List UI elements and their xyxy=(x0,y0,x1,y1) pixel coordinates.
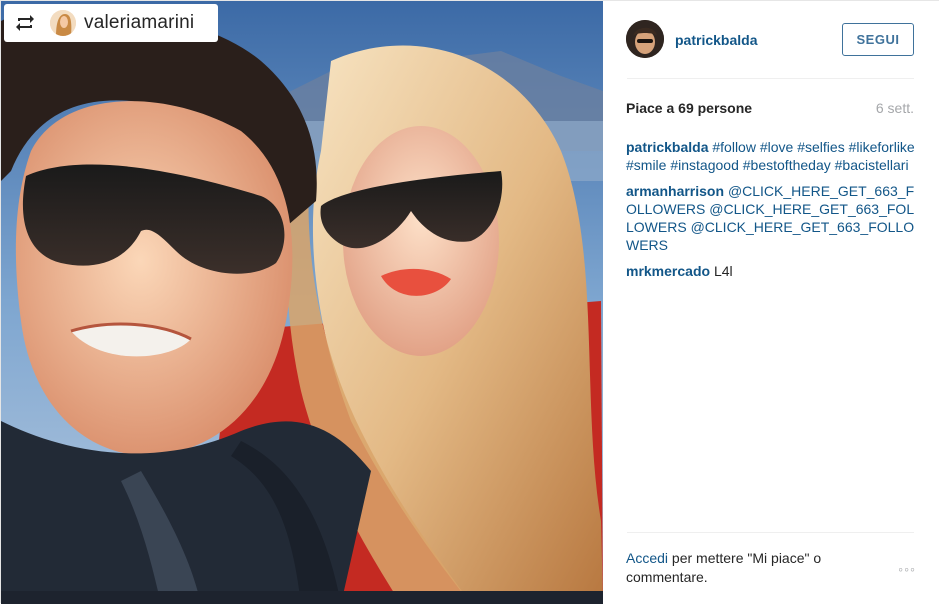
comment-tag-link[interactable]: #instagood xyxy=(670,157,739,173)
author-avatar[interactable] xyxy=(626,20,664,58)
comment-tag-link[interactable]: #likeforlike xyxy=(849,139,915,155)
comment-username[interactable]: armanharrison xyxy=(626,183,724,199)
login-link[interactable]: Accedi xyxy=(626,550,668,566)
footer-divider xyxy=(627,532,914,533)
comments-list: patrickbalda #follow #love #selfies #lik… xyxy=(626,138,918,288)
comment-username[interactable]: patrickbalda xyxy=(626,139,708,155)
header-divider xyxy=(627,78,914,79)
comment-item: armanharrison @CLICK_HERE_GET_663_FOLLOW… xyxy=(626,182,918,254)
comment-text: L4l xyxy=(713,263,733,279)
repost-badge[interactable]: valeriamarini xyxy=(4,4,218,42)
follow-button[interactable]: SEGUI xyxy=(842,23,914,56)
comment-tag-link[interactable]: #follow xyxy=(712,139,756,155)
author-username[interactable]: patrickbalda xyxy=(675,32,757,48)
comment-item: mrkmercado L4l xyxy=(626,262,918,280)
badge-username[interactable]: valeriamarini xyxy=(84,12,194,34)
post-header: patrickbalda SEGUI xyxy=(603,1,939,79)
comment-item: patrickbalda #follow #love #selfies #lik… xyxy=(626,138,918,174)
login-prompt: Accedi per mettere "Mi piace" o commenta… xyxy=(626,549,871,587)
comment-tag-link[interactable]: #smile xyxy=(626,157,666,173)
badge-avatar[interactable] xyxy=(50,10,76,36)
repost-icon xyxy=(14,14,36,32)
comment-body: L4l xyxy=(714,263,733,279)
post-sidebar: patrickbalda SEGUI Piace a 69 persone 6 … xyxy=(603,1,939,604)
comment-tag-link[interactable]: #love xyxy=(760,139,793,155)
post-photo[interactable]: valeriamarini xyxy=(1,1,603,604)
comment-tag-link[interactable]: #bacistellari xyxy=(835,157,909,173)
post-age[interactable]: 6 sett. xyxy=(876,100,914,116)
selfie-image xyxy=(1,1,603,604)
comment-username[interactable]: mrkmercado xyxy=(626,263,710,279)
more-options-icon[interactable]: ◦◦◦ xyxy=(898,561,916,577)
comment-tag-link[interactable]: #bestoftheday xyxy=(743,157,831,173)
post-container: valeriamarini patrickbalda SEGUI Piace a… xyxy=(0,0,939,604)
comment-tag-link[interactable]: #selfies xyxy=(797,139,844,155)
likes-count[interactable]: Piace a 69 persone xyxy=(626,100,752,116)
